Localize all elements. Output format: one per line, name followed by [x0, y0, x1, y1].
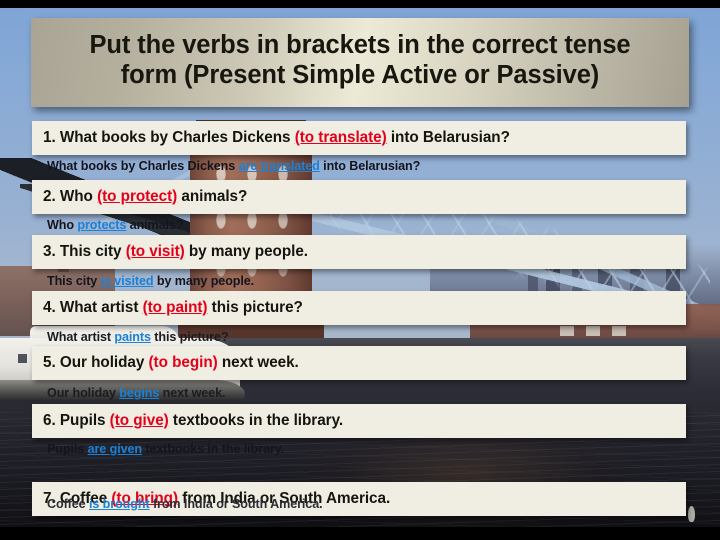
answer-verb: protects — [77, 218, 127, 232]
prompt-verb: (to give) — [109, 412, 169, 429]
answer-verb: are given — [87, 442, 143, 456]
answer-verb: are translated — [238, 159, 320, 173]
question-number: 3. — [43, 243, 56, 260]
prompt-verb: (to translate) — [294, 129, 387, 146]
letterbox-bottom — [0, 527, 720, 540]
answer-text-after: into Belarusian? — [319, 159, 421, 173]
question-text-before: Pupils — [55, 412, 110, 429]
question-text: 3. This city (to visit) by many people. — [43, 243, 308, 261]
question-text-after: animals? — [177, 188, 248, 205]
question-text-after: by many people. — [184, 243, 308, 260]
prompt-verb: (to paint) — [142, 299, 208, 316]
answer-text-after: animals? — [126, 218, 184, 232]
answer-text-before: What artist — [47, 330, 115, 344]
question-text: 1. What books by Charles Dickens (to tra… — [43, 129, 510, 147]
question-text: 4. What artist (to paint) this picture? — [43, 299, 303, 317]
question-text-after: textbooks in the library. — [168, 412, 344, 429]
answer-text: Our holiday begins next week. — [47, 386, 225, 400]
question-bar: 3. This city (to visit) by many people. — [32, 235, 686, 269]
prompt-verb: (to begin) — [148, 354, 218, 371]
question-bar: 2. Who (to protect) animals? — [32, 180, 686, 214]
answer-text-after: next week. — [159, 386, 226, 400]
question-bar: 6. Pupils (to give) textbooks in the lib… — [32, 404, 686, 438]
prompt-verb: (to visit) — [125, 243, 185, 260]
question-text-before: Our holiday — [55, 354, 149, 371]
answer-verb: is brought — [88, 497, 150, 511]
answer-text-after: textbooks in the library. — [142, 442, 285, 456]
answer-text-after: this picture? — [150, 330, 229, 344]
answer-text-after: from India or South America. — [149, 497, 323, 511]
question-text: 6. Pupils (to give) textbooks in the lib… — [43, 412, 343, 430]
question-text-after: next week. — [217, 354, 299, 371]
question-text-after: into Belarusian? — [386, 129, 510, 146]
answer-text-before: Who — [47, 218, 78, 232]
question-number: 5. — [43, 354, 56, 371]
answer-line: This city is visited by many people. — [47, 271, 687, 291]
question-text-after: this picture? — [207, 299, 303, 316]
question-text-before: What artist — [55, 299, 143, 316]
answer-line: What artist paints this picture? — [47, 327, 687, 347]
answer-text: What artist paints this picture? — [47, 330, 229, 344]
question-text-before: Who — [55, 188, 98, 205]
prompt-verb: (to protect) — [97, 188, 178, 205]
answer-text: Coffee is brought from India or South Am… — [47, 497, 323, 511]
answer-text: Who protects animals? — [47, 218, 184, 232]
answer-verb: is visited — [100, 274, 154, 288]
question-number: 4. — [43, 299, 56, 316]
answer-text-before: This city — [47, 274, 101, 288]
answer-text-before: Coffee — [47, 497, 89, 511]
question-text: 5. Our holiday (to begin) next week. — [43, 354, 299, 372]
answer-text: What books by Charles Dickens are transl… — [47, 159, 420, 173]
question-text: 2. Who (to protect) animals? — [43, 188, 247, 206]
letterbox-top — [0, 0, 720, 8]
question-bar: 1. What books by Charles Dickens (to tra… — [32, 121, 686, 155]
answer-text-before: What books by Charles Dickens — [47, 159, 239, 173]
answer-line: Coffee is brought from India or South Am… — [47, 494, 687, 514]
question-text-before: This city — [55, 243, 126, 260]
answer-text: Pupils are given textbooks in the librar… — [47, 442, 284, 456]
question-number: 1. — [43, 129, 56, 146]
answer-text-before: Pupils — [47, 442, 88, 456]
answer-verb: paints — [114, 330, 151, 344]
answer-text: This city is visited by many people. — [47, 274, 254, 288]
answer-text-before: Our holiday — [47, 386, 120, 400]
question-bar: 5. Our holiday (to begin) next week. — [32, 346, 686, 380]
answer-line: Our holiday begins next week. — [47, 383, 687, 403]
answer-verb: begins — [119, 386, 160, 400]
question-text-before: What books by Charles Dickens — [55, 129, 295, 146]
answer-line: Who protects animals? — [47, 215, 687, 235]
question-number: 6. — [43, 412, 56, 429]
exercise-list: 1. What books by Charles Dickens (to tra… — [0, 0, 720, 540]
question-number: 2. — [43, 188, 56, 205]
presentation-slide: Put the verbs in brackets in the correct… — [0, 0, 720, 540]
answer-text-after: by many people. — [153, 274, 255, 288]
answer-line: What books by Charles Dickens are transl… — [47, 156, 687, 176]
answer-line: Pupils are given textbooks in the librar… — [47, 439, 687, 459]
question-bar: 4. What artist (to paint) this picture? — [32, 291, 686, 325]
